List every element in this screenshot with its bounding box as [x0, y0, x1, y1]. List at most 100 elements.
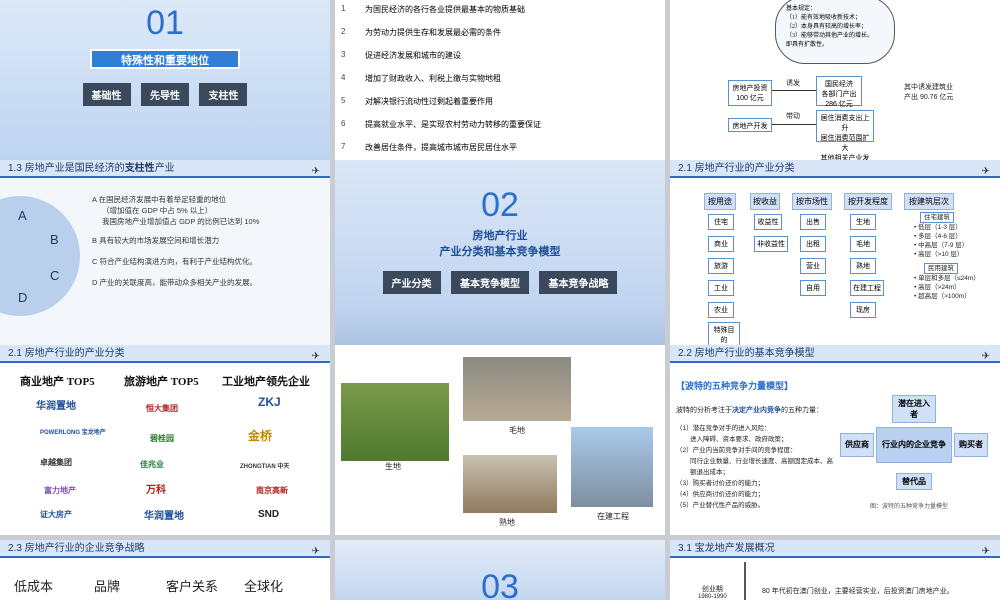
role-item: 5 对解决银行流动性过剩起着重要作用	[341, 96, 493, 106]
col-header: 按建筑层次	[904, 193, 954, 210]
letter-b: B	[50, 232, 59, 247]
photo-raw-land	[341, 383, 449, 461]
col-header: 按用途	[704, 193, 736, 210]
tag-row: 产业分类 基本竞争模型 基本竞争战略	[335, 271, 665, 294]
logo-kaisa: 佳兆业	[140, 460, 164, 469]
col-header: 按收益	[750, 193, 780, 210]
role-list: 1 为国民经济的各行各业提供最基本的物质基础 2 为劳动力提供生存和发展最必需的条件…	[335, 0, 665, 157]
plane-icon: ✈	[981, 546, 990, 557]
cat-item: 熟地	[850, 258, 876, 274]
slide-5[interactable]: 02 房地产行业 产业分类和基本竞争模型 产业分类 基本竞争模型 基本竞争战略	[335, 160, 665, 350]
logo-evergrande: 恒大集团	[146, 404, 178, 413]
plane-icon: ✈	[981, 351, 990, 362]
invest-box: 房地产投资 100 亿元	[728, 80, 772, 106]
strategy-customer: 客户关系	[166, 579, 219, 594]
photo-construction	[571, 427, 653, 507]
cloud-note: 基本规定： （1）能有效地吸收新技术； （2）本身具有较高的增长率； （3）能够…	[775, 0, 895, 64]
force-suppliers: 供应商	[840, 433, 874, 457]
tag-pillar[interactable]: 支柱性	[199, 83, 248, 106]
photo-prepared-land	[463, 455, 557, 513]
col-header: 按市场性	[792, 193, 832, 210]
logo-jinqiao: 金桥	[248, 429, 273, 443]
section-title: 房地产行业 产业分类和基本竞争模型	[439, 230, 561, 258]
model-intro: 波特的分析考注于决定产业内竞争的五种力量：	[676, 407, 823, 414]
role-item: 2 为劳动力提供生存和发展最必需的条件	[341, 27, 501, 37]
tag-leading[interactable]: 先导性	[141, 83, 189, 106]
tag-classification[interactable]: 产业分类	[382, 271, 441, 294]
slide-10[interactable]: 2.3 房地产行业的企业竞争战略 ✈ 低成本 品牌 客户关系 全球化	[0, 540, 330, 600]
label-construction: 在建工程	[597, 512, 629, 521]
pillar-list: A 在国民经济发展中有着举足轻重的地位 （增加值在 GDP 中占 5% 以上） …	[92, 195, 260, 287]
slide-header: 2.1 房地产行业的产业分类 ✈	[0, 345, 330, 363]
tag-foundation[interactable]: 基础性	[82, 83, 131, 106]
slide-header: 2.2 房地产行业的基本竞争模型 ✈	[670, 345, 1000, 363]
diagram-caption: 图：波特的五种竞争力量模型	[870, 504, 949, 510]
slide-header: 3.1 宝龙地产发展概况 ✈	[670, 540, 1000, 558]
logo-crland-2: 华润置地	[144, 511, 184, 522]
force-entrants: 潜在进入者	[892, 395, 936, 423]
dev-box: 房地产开发	[728, 118, 772, 132]
letter-a: A	[18, 208, 27, 223]
slide-11[interactable]: 03	[335, 540, 665, 600]
forces-list: （1）潜在竞争对手的进入风险： 进入障碍、资本要求、政府政策； （2）产业内当前…	[676, 425, 833, 509]
slide-7[interactable]: 2.1 房地产行业的产业分类 ✈ 商业地产 TOP5 旅游地产 TOP5 工业地产…	[0, 345, 330, 535]
label-prepared-land: 熟地	[499, 518, 515, 527]
plane-icon: ✈	[311, 351, 320, 362]
plane-icon: ✈	[311, 166, 320, 177]
strategy-global: 全球化	[244, 579, 284, 594]
slide-8[interactable]: 生地 毛地 熟地 在建工程	[335, 345, 665, 535]
label-raw-land: 生地	[385, 462, 401, 471]
role-item: 3 促进经济发展和城市的建设	[341, 50, 461, 60]
consume-box: 居住消费支出上升居住消费范围扩大其他相关产业发展	[816, 110, 874, 172]
cat-item: 旅游	[708, 258, 734, 274]
role-item: 1 为国民经济的各行各业提供最基本的物质基础	[341, 4, 525, 14]
timeline-line	[744, 562, 746, 600]
role-item: 7 改善居住条件，提高城市城市居民居住水平	[341, 142, 517, 152]
logo-excellence: 卓越集团	[40, 458, 72, 467]
logo-powerlong: POWERLONG 宝龙地产	[40, 430, 106, 436]
logo-crland: 华润置地	[36, 401, 76, 412]
construct-note: 其中诱发建筑业 产出 90.76 亿元	[904, 84, 954, 101]
logo-vanke: 万科	[146, 485, 166, 496]
category-industrial: 工业地产领先企业	[222, 376, 310, 388]
strategy-brand: 品牌	[94, 579, 121, 594]
drive-label: 带动	[786, 113, 800, 120]
pie-wheel	[0, 196, 80, 316]
logo-snd: SND	[258, 509, 280, 520]
logo-zendai: 证大房产	[40, 510, 72, 519]
slide-4[interactable]: 1.3 房地产业是国民经济的支柱性产业 ✈ A B C D A 在国民经济发展中有…	[0, 160, 330, 350]
slide-header: 1.3 房地产业是国民经济的支柱性产业 ✈	[0, 160, 330, 178]
tag-competition-model[interactable]: 基本竞争模型	[451, 271, 529, 294]
cat-item: 在建工程	[850, 280, 884, 296]
force-rivalry: 行业内的企业竞争	[876, 427, 952, 463]
cat-item: 出租	[800, 236, 826, 252]
tag-row: 基础性 先导性 支柱性	[0, 83, 330, 106]
force-substitutes: 替代品	[896, 473, 932, 490]
height-list: 住宅建筑 • 低层（1-3 层） • 多层（4-6 层） • 中高层（7-9 层…	[914, 212, 980, 300]
slide-12[interactable]: 3.1 宝龙地产发展概况 ✈ 创业期 1980-1990 80 年代初在澳门创业，主…	[670, 540, 1000, 600]
plane-icon: ✈	[311, 546, 320, 557]
photo-rough-land	[463, 357, 571, 421]
cat-item: 工业	[708, 280, 734, 296]
slide-9[interactable]: 2.2 房地产行业的基本竞争模型 ✈ 【波特的五种竞争力量模型】 波特的分析考注于…	[670, 345, 1000, 535]
cat-item: 出售	[800, 214, 826, 230]
role-item: 4 增加了财政收入、利税上缴与实物地租	[341, 73, 501, 83]
cat-item: 自用	[800, 280, 826, 296]
cat-item: 营业	[800, 258, 826, 274]
slide-header: 2.3 房地产行业的企业竞争战略 ✈	[0, 540, 330, 558]
logo-zhongtian: ZHONGTIAN 中天	[240, 464, 290, 470]
city-skyline	[335, 310, 665, 350]
gdp-box: 国民经济 各部门产出 286 亿元	[816, 76, 862, 108]
arrow-line	[772, 90, 816, 91]
section-number: 01	[146, 4, 184, 42]
slide-6[interactable]: 2.1 房地产行业的产业分类 ✈ 按用途 按收益 按市场性 按开发程度 按建筑层次…	[670, 160, 1000, 350]
tag-competition-strategy[interactable]: 基本竞争战略	[539, 271, 618, 294]
timeline-desc: 80 年代初在澳门创业，主要经营实业，后投资澳门房地产业。	[762, 588, 954, 595]
force-buyers: 购买者	[954, 433, 988, 457]
section-title: 特殊性和重要地位	[90, 49, 240, 69]
model-title: 【波特的五种竞争力量模型】	[676, 381, 794, 391]
logo-country-garden: 碧桂园	[150, 434, 174, 443]
letter-d: D	[18, 290, 28, 305]
strategy-low-cost: 低成本	[14, 579, 54, 594]
logo-nanjing-hitech: 南京高新	[256, 486, 288, 495]
